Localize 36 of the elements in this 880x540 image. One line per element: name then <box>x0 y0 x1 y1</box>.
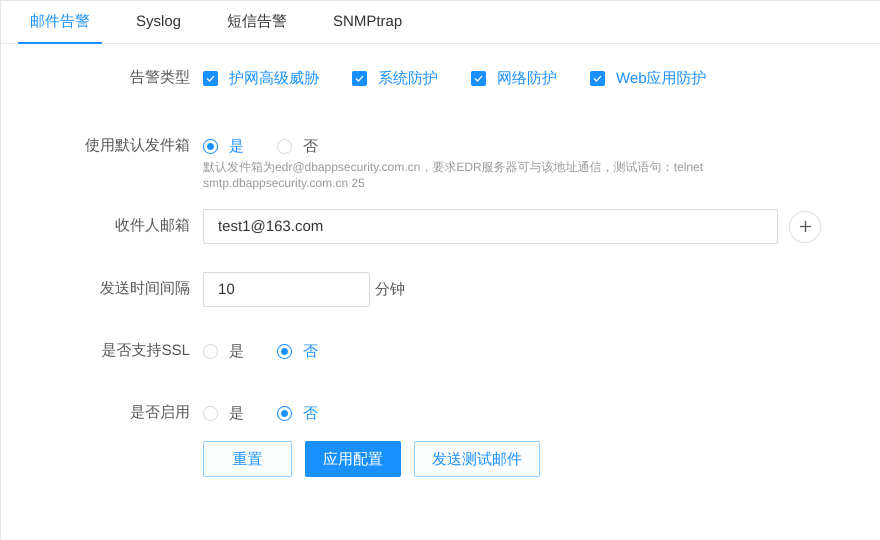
radio-option[interactable]: 是 <box>203 404 244 422</box>
checkbox-option[interactable]: 护网高级威胁 <box>203 68 319 88</box>
checkbox-option[interactable]: Web应用防护 <box>590 68 707 88</box>
action-button[interactable]: 重置 <box>203 441 292 477</box>
checkbox-option[interactable]: 系统防护 <box>352 68 438 88</box>
checkbox-icon[interactable] <box>203 70 218 86</box>
tab[interactable]: Syslog <box>124 1 194 44</box>
checkbox-icon[interactable] <box>471 70 486 86</box>
radio-icon[interactable] <box>277 344 292 358</box>
radio-option[interactable]: 否 <box>277 136 318 156</box>
action-button[interactable]: 发送测试邮件 <box>414 441 540 477</box>
recipient-field[interactable]: test1@163.com <box>203 209 778 244</box>
tab[interactable]: SNMPtrap <box>321 1 414 44</box>
hint-text: 默认发件箱为edr@dbappsecurity.com.cn，要求EDR服务器可与该地址通信，测试语句：telnet smtp.dbappsecurity.com.cn 25 <box>203 159 704 191</box>
field-label: 是否支持SSL <box>100 341 191 361</box>
field-label: 告警类型 <box>129 68 191 88</box>
tab[interactable]: 邮件告警 <box>18 1 102 44</box>
unit-label: 分钟 <box>375 280 405 299</box>
radio-option[interactable]: 是 <box>203 342 244 360</box>
radio-icon[interactable] <box>203 138 218 154</box>
interval-field[interactable]: 10 <box>203 272 370 307</box>
radio-option[interactable]: 否 <box>277 342 318 360</box>
radio-option[interactable]: 否 <box>277 404 318 422</box>
checkbox-icon[interactable] <box>352 70 367 86</box>
apply-button[interactable]: 应用配置 <box>305 441 401 477</box>
plus-icon <box>800 221 810 232</box>
radio-icon[interactable] <box>277 406 292 420</box>
add-button[interactable] <box>789 210 821 242</box>
field-label: 使用默认发件箱 <box>84 136 191 156</box>
checkbox-icon[interactable] <box>590 70 605 86</box>
field-label: 收件人邮箱 <box>114 216 191 236</box>
field-label: 是否启用 <box>129 403 191 423</box>
radio-option[interactable]: 是 <box>203 136 244 156</box>
field-label: 发送时间间隔 <box>99 279 191 299</box>
checkbox-option[interactable]: 网络防护 <box>471 68 557 88</box>
tab[interactable]: 短信告警 <box>215 1 300 44</box>
